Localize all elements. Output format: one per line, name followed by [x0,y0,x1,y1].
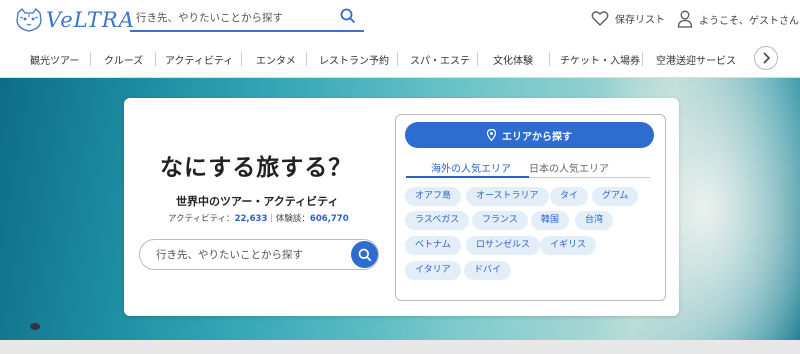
area-chip-guam[interactable]: グアム [592,187,639,206]
area-chip-taiwan[interactable]: 台湾 [575,211,614,230]
header-search [130,6,364,32]
nav-separator [397,52,398,66]
user-menu[interactable]: ようこそ、ゲストさん [677,10,799,28]
area-chip-oahu[interactable]: オアフ島 [405,187,462,206]
area-chip-australia[interactable]: オーストラリア [466,187,549,206]
category-nav: 観光ツアー クルーズ アクティビティ エンタメ レストラン予約 スパ・エステ 文… [0,40,800,78]
hero-swimmer [30,323,40,330]
nav-separator [155,52,156,66]
nav-separator [642,52,643,66]
location-pin-icon [487,129,496,141]
nav-item-cruises[interactable]: クルーズ [104,52,143,67]
header: VeLTRA 保存リスト ようこそ、ゲストさん [0,0,800,40]
page-footer-strip [0,340,800,354]
hero-search [139,239,379,270]
nav-item-entertainment[interactable]: エンタメ [256,52,296,67]
area-chip-dubai[interactable]: ドバイ [464,261,512,280]
search-by-area-button[interactable]: エリアから探す [405,122,654,148]
nav-item-restaurants[interactable]: レストラン予約 [319,52,389,67]
nav-item-tickets[interactable]: チケット・入場券 [560,52,640,67]
user-icon [677,10,693,28]
search-icon [358,248,371,261]
area-chip-los-angeles[interactable]: ロサンゼルス [466,236,541,255]
nav-item-airport-transfer[interactable]: 空港送迎サービス [656,52,736,67]
area-chip-las-vegas[interactable]: ラスベガス [405,211,470,230]
hero-search-button[interactable] [351,241,378,268]
search-by-area-label: エリアから探す [502,131,572,143]
search-icon[interactable] [340,8,356,24]
tiger-logo-icon [16,8,42,32]
chevron-right-icon [763,52,770,64]
tab-japan-areas[interactable]: 日本の人気エリア [529,160,609,175]
nav-separator [241,52,242,66]
area-chip-france[interactable]: フランス [472,211,528,230]
nav-item-activities[interactable]: アクティビティ [165,52,233,67]
activities-label: アクティビティ： [168,214,235,224]
favorites-link[interactable]: 保存リスト [591,10,665,26]
tab-active-indicator [406,176,529,178]
hero-title: なにする旅する？ [160,155,353,181]
header-search-input[interactable] [130,7,330,29]
nav-item-spa[interactable]: スパ・エステ [410,52,470,67]
heart-icon [591,11,609,26]
nav-next-button[interactable] [754,46,778,70]
nav-separator [90,52,91,66]
nav-item-sightseeing-tours[interactable]: 観光ツアー [30,52,79,67]
area-chip-uk[interactable]: イギリス [540,236,597,255]
favorites-label: 保存リスト [615,14,665,26]
activities-count: 22,633 [234,214,268,224]
reviews-count: 606,770 [309,214,349,224]
logo[interactable]: VeLTRA [14,6,135,34]
area-chip-vietnam[interactable]: ベトナム [405,236,461,255]
hero-search-input[interactable] [156,247,346,263]
hero-subtitle: 世界中のツアー・アクティビティ [176,195,339,208]
reviews-label: 体験談： [275,214,310,224]
area-chip-thailand[interactable]: タイ [550,187,589,206]
nav-separator [306,52,307,66]
area-chip-italy[interactable]: イタリア [405,261,461,280]
nav-separator [549,52,550,66]
nav-separator [477,52,478,66]
area-chip-korea[interactable]: 韓国 [531,211,570,230]
user-label: ようこそ、ゲストさん [699,15,799,27]
tab-overseas-areas[interactable]: 海外の人気エリア [431,160,511,175]
stats-separator: ｜ [267,214,276,224]
hero-stats: アクティビティ：22,633｜体験談：606,770 [168,212,349,224]
nav-item-culture[interactable]: 文化体験 [493,52,533,67]
logo-text: VeLTRA [46,8,135,32]
